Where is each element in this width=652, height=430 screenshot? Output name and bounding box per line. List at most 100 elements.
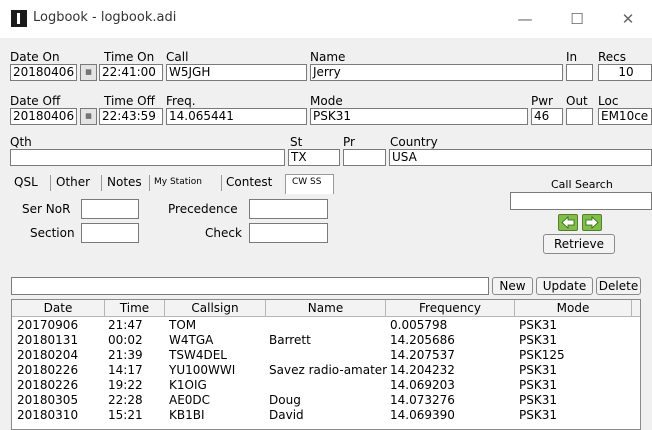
maximize-button[interactable]: ☐	[557, 6, 597, 32]
table-cell-frequency: 14.069390	[390, 408, 455, 422]
close-button[interactable]: ✕	[608, 6, 648, 32]
date-on-label: Date On	[10, 50, 60, 64]
column-header-name[interactable]: Name	[266, 300, 386, 317]
column-header-date[interactable]: Date	[12, 300, 105, 317]
minimize-button[interactable]: —	[505, 6, 545, 32]
time-on-label: Time On	[104, 50, 155, 64]
freq-field[interactable]: 14.065441	[166, 108, 307, 125]
table-cell-time: 21:39	[108, 348, 143, 362]
column-header-time[interactable]: Time	[105, 300, 165, 317]
table-cell-frequency: 14.069203	[390, 378, 455, 392]
st-label: St	[290, 135, 303, 149]
delete-button[interactable]: Delete	[596, 277, 641, 295]
loc-field[interactable]: EM10ce	[598, 108, 652, 125]
table-cell-callsign: AE0DC	[169, 393, 211, 407]
country-label: Country	[390, 135, 438, 149]
qth-field[interactable]	[10, 149, 285, 166]
previous-arrow-icon[interactable]	[558, 214, 578, 231]
mode-field[interactable]: PSK31	[310, 108, 528, 125]
table-cell-frequency: 14.204232	[390, 363, 455, 377]
table-cell-time: 15:21	[108, 408, 143, 422]
tab-my-station[interactable]: My Station	[154, 171, 202, 193]
column-header-callsign[interactable]: Callsign	[165, 300, 266, 317]
time-on-field[interactable]: 22:41:00	[99, 64, 163, 81]
name-field[interactable]: Jerry	[310, 64, 563, 81]
column-header-filler	[632, 300, 640, 317]
call-search-title: Call Search	[551, 178, 613, 191]
window-title: Logbook - logbook.adi	[33, 10, 177, 25]
recs-field: 10	[598, 64, 652, 81]
out-field[interactable]	[566, 108, 593, 125]
check-field[interactable]	[249, 223, 328, 243]
table-cell-frequency: 14.073276	[390, 393, 455, 407]
new-button[interactable]: New	[492, 277, 533, 295]
table-cell-callsign: YU100WWI	[169, 363, 236, 377]
tab-qsl[interactable]: QSL	[14, 171, 38, 193]
table-cell-mode: PSK125	[519, 348, 565, 362]
ser-nor-field[interactable]	[81, 199, 139, 219]
table-cell-time: 14:17	[108, 363, 143, 377]
tab-other[interactable]: Other	[56, 171, 90, 193]
table-cell-frequency: 0.005798	[390, 318, 448, 332]
log-table[interactable]: Date Time Callsign Name Frequency Mode 2…	[11, 299, 641, 430]
table-cell-mode: PSK31	[519, 363, 557, 377]
recs-label: Recs	[598, 50, 627, 64]
loc-label: Loc	[598, 94, 619, 108]
app-icon	[11, 10, 27, 27]
in-label: In	[566, 50, 578, 64]
table-cell-time: 19:22	[108, 378, 143, 392]
freq-label: Freq.	[166, 94, 196, 108]
table-cell-name	[267, 348, 387, 363]
column-header-frequency[interactable]: Frequency	[386, 300, 515, 317]
table-cell-time: 21:47	[108, 318, 143, 332]
check-label: Check	[205, 226, 242, 240]
table-cell-callsign: TSW4DEL	[169, 348, 227, 362]
table-cell-mode: PSK31	[519, 318, 557, 332]
call-field[interactable]: W5JGH	[166, 64, 307, 81]
update-button[interactable]: Update	[536, 277, 593, 295]
date-off-label: Date Off	[10, 94, 61, 108]
table-cell-name	[267, 318, 387, 333]
province-field[interactable]	[343, 149, 386, 166]
time-off-label: Time Off	[104, 94, 155, 108]
table-cell-mode: PSK31	[519, 408, 557, 422]
table-cell-date: 20170906	[17, 318, 79, 332]
calendar-icon[interactable]: ▦	[80, 108, 97, 125]
country-field[interactable]: USA	[389, 149, 652, 166]
date-off-field[interactable]: 20180406	[10, 108, 77, 125]
calendar-icon[interactable]: ▦	[80, 64, 97, 81]
call-label: Call	[166, 50, 189, 64]
table-cell-mode: PSK31	[519, 378, 557, 392]
table-cell-date: 20180226	[17, 363, 79, 377]
time-off-field[interactable]: 22:43:59	[99, 108, 163, 125]
table-cell-callsign: TOM	[169, 318, 197, 332]
table-cell-date: 20180310	[17, 408, 79, 422]
table-cell-name: Savez radio-amatera	[269, 363, 387, 377]
tab-contest[interactable]: Contest	[226, 171, 272, 193]
pwr-field[interactable]: 46	[531, 108, 563, 125]
table-cell-name: Barrett	[269, 333, 311, 347]
precedence-field[interactable]	[249, 199, 328, 219]
call-search-input[interactable]	[510, 192, 652, 210]
table-cell-date: 20180226	[17, 378, 79, 392]
in-field[interactable]	[566, 64, 593, 81]
table-cell-date: 20180204	[17, 348, 79, 362]
table-cell-frequency: 14.207537	[390, 348, 455, 362]
table-cell-frequency: 14.205686	[390, 333, 455, 347]
tab-notes[interactable]: Notes	[107, 171, 142, 193]
retrieve-button[interactable]: Retrieve	[543, 234, 615, 254]
table-cell-name: Doug	[269, 393, 301, 407]
state-field[interactable]: TX	[288, 149, 340, 166]
date-on-field[interactable]: 20180406	[10, 64, 77, 81]
tab-cw-ss[interactable]: CW SS	[292, 171, 321, 193]
tab-divider	[101, 175, 102, 191]
table-cell-time: 00:02	[108, 333, 143, 347]
table-cell-mode: PSK31	[519, 333, 557, 347]
search-input[interactable]	[11, 277, 489, 295]
table-cell-name	[267, 378, 387, 393]
table-cell-callsign: K1OIG	[169, 378, 207, 392]
section-field[interactable]	[81, 223, 139, 243]
column-header-mode[interactable]: Mode	[515, 300, 632, 317]
table-cell-mode: PSK31	[519, 393, 557, 407]
next-arrow-icon[interactable]	[582, 214, 602, 231]
